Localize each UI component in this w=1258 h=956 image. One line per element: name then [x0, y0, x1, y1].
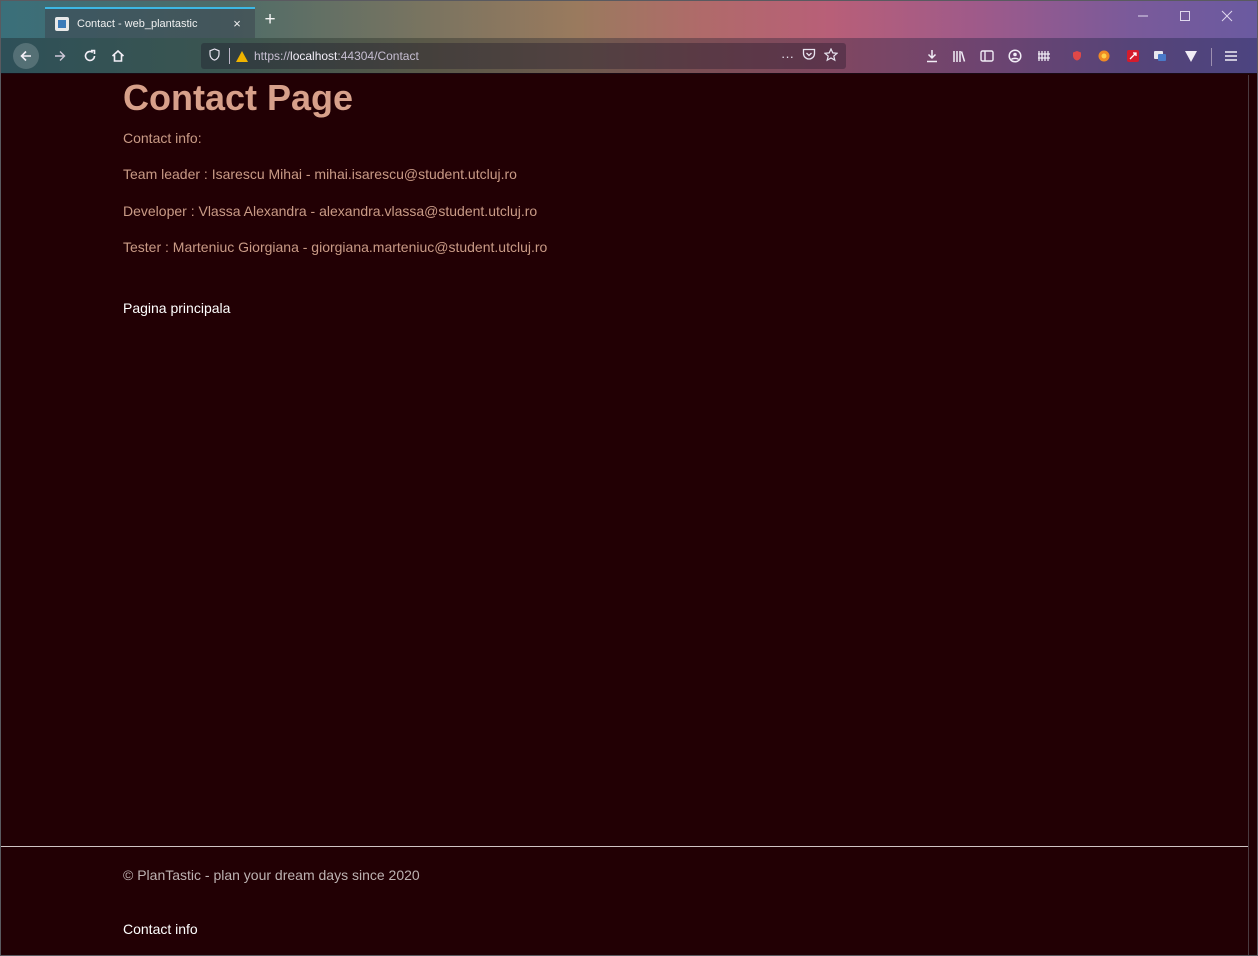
pocket-icon[interactable]: [802, 48, 816, 64]
library-icon[interactable]: [947, 43, 971, 69]
url-text[interactable]: https://localhost:44304/Contact: [254, 49, 773, 63]
tab-close-icon[interactable]: ×: [229, 16, 245, 31]
reload-icon[interactable]: [77, 43, 103, 69]
footer-divider: [1, 846, 1248, 847]
page-actions-icon[interactable]: ···: [781, 49, 794, 64]
extension-shield-icon[interactable]: [1065, 43, 1089, 69]
page-title: Contact Page: [123, 77, 354, 118]
tab-bar: Contact - web_plantastic × +: [1, 1, 1257, 38]
footer-contact-link[interactable]: Contact info: [123, 921, 198, 937]
browser-tab-active[interactable]: Contact - web_plantastic ×: [45, 7, 255, 38]
tab-title: Contact - web_plantastic: [77, 17, 198, 30]
url-host: localhost: [290, 49, 338, 63]
insecure-warning-icon[interactable]: [236, 50, 248, 62]
extension-translate-icon[interactable]: [1148, 43, 1172, 69]
sidebar-icon[interactable]: [975, 43, 999, 69]
contact-info-label: Contact info:: [123, 130, 202, 146]
url-protocol: https://: [254, 49, 291, 63]
extension-red-icon[interactable]: [1121, 43, 1145, 69]
new-tab-button[interactable]: +: [259, 8, 281, 32]
extension-fox-icon[interactable]: [1092, 43, 1116, 69]
url-path: :44304/Contact: [337, 49, 419, 63]
tracking-shield-icon[interactable]: [209, 48, 223, 64]
browser-window: Contact - web_plantastic × + https://loc…: [0, 0, 1258, 956]
footer-copyright: © PlanTastic - plan your dream days sinc…: [123, 867, 420, 883]
forward-arrow-icon[interactable]: [47, 43, 73, 69]
account-icon[interactable]: [1003, 43, 1027, 69]
url-bar[interactable]: https://localhost:44304/Contact ···: [201, 43, 846, 69]
hamburger-menu-icon[interactable]: [1219, 43, 1243, 69]
team-member-developer: Developer : Vlassa Alexandra - alexandra…: [123, 203, 538, 219]
team-member-tester: Tester : Marteniuc Giorgiana - giorgiana…: [123, 239, 548, 255]
download-icon[interactable]: [920, 43, 944, 69]
window-right-edge: [1248, 75, 1257, 955]
extension-v-icon[interactable]: [1179, 43, 1203, 69]
page-favicon-icon: [55, 16, 69, 31]
url-separator: [229, 48, 230, 64]
close-window-icon[interactable]: [1217, 10, 1237, 25]
bookmark-star-icon[interactable]: [823, 47, 839, 65]
home-page-link[interactable]: Pagina principala: [123, 300, 230, 316]
team-member-team-leader: Team leader : Isarescu Mihai - mihai.isa…: [123, 166, 517, 182]
back-arrow-icon[interactable]: [13, 43, 39, 69]
home-icon[interactable]: [105, 43, 131, 69]
navigation-toolbar: https://localhost:44304/Contact ···: [1, 38, 1257, 74]
maximize-icon[interactable]: [1175, 10, 1195, 25]
toolbar-separator: [1211, 48, 1212, 66]
extension-grid-icon[interactable]: [1032, 43, 1056, 69]
minimize-icon[interactable]: [1133, 10, 1153, 25]
page-content: Contact Page Contact info: Team leader :…: [1, 75, 1257, 955]
